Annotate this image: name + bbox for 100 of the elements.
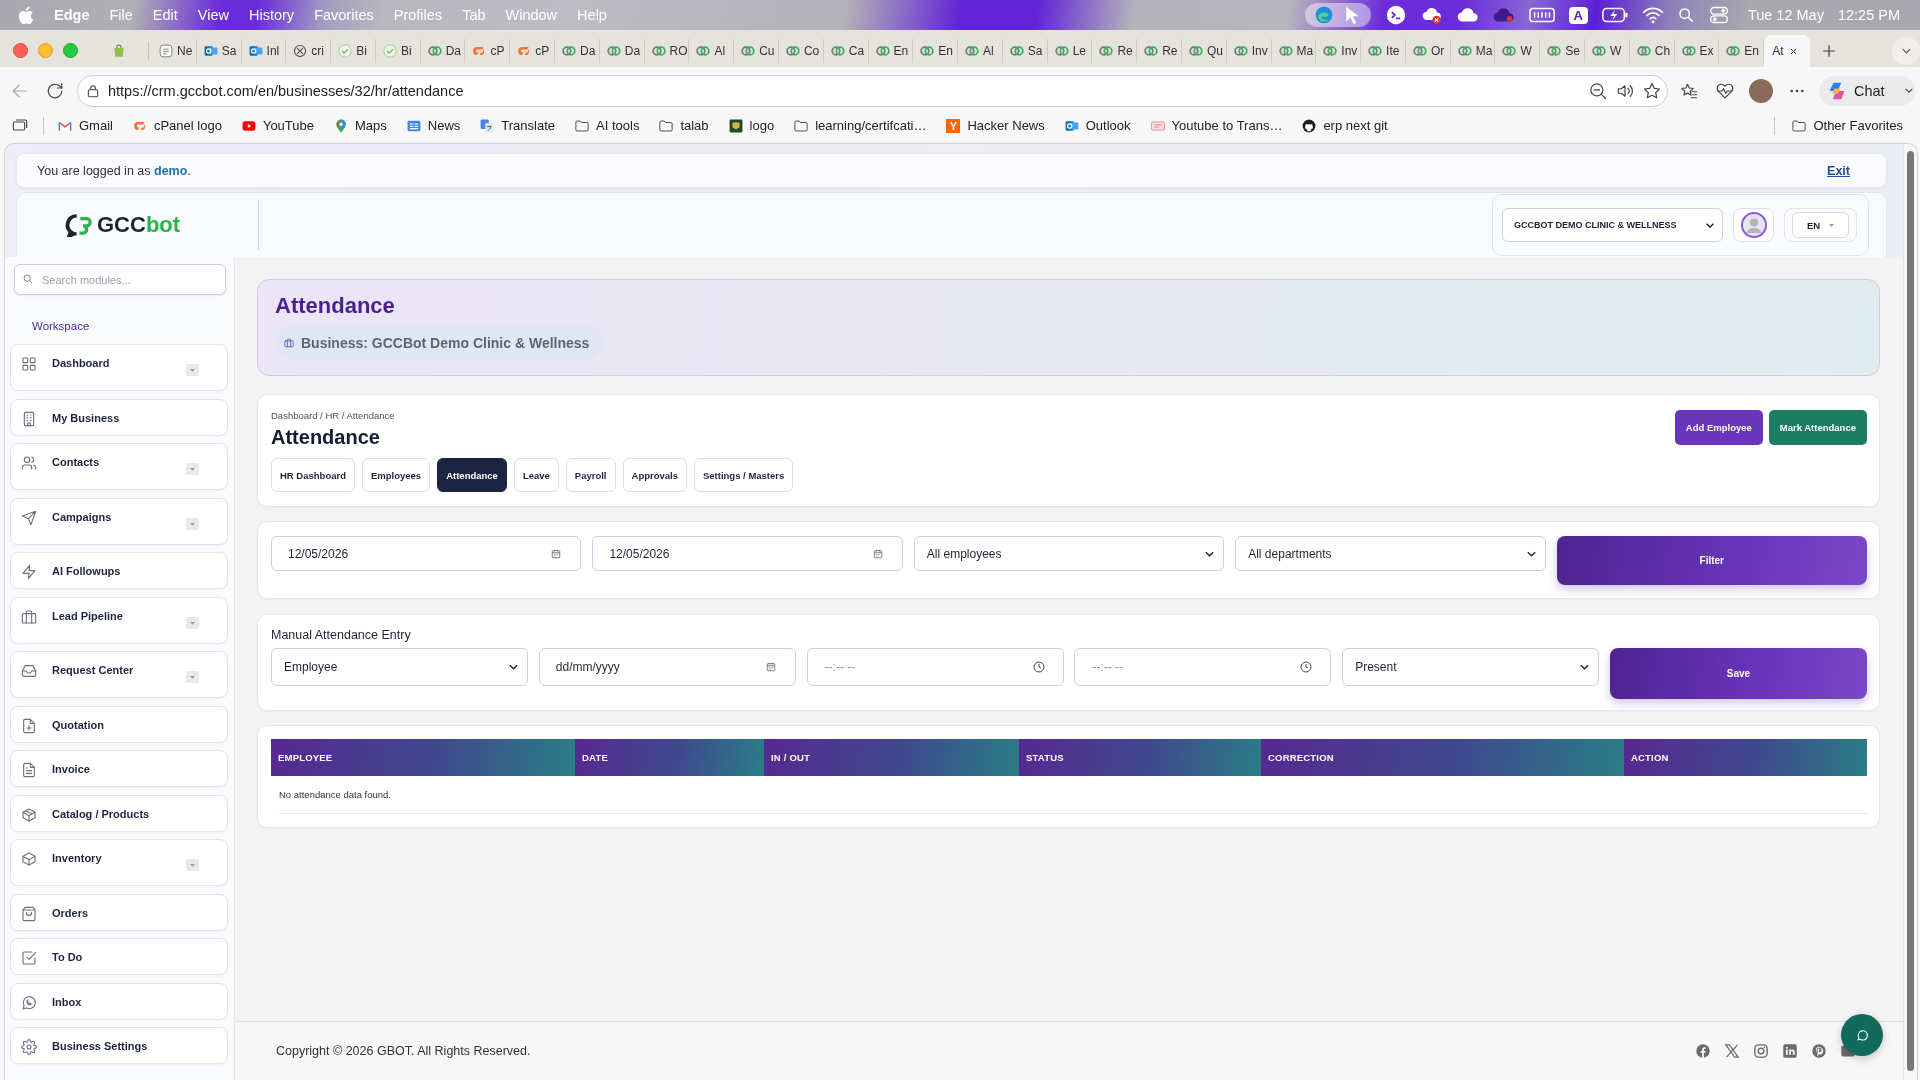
business-dropdown[interactable]: GCCBOT DEMO CLINIC & WELLNESS: [1502, 208, 1723, 242]
close-icon[interactable]: [1789, 46, 1799, 56]
profile-button[interactable]: [1733, 208, 1774, 242]
browser-tab[interactable]: Cu: [734, 39, 779, 63]
bookmark[interactable]: talab: [649, 112, 719, 139]
browser-tab[interactable]: Ite: [1361, 39, 1406, 63]
browser-tab[interactable]: En: [913, 39, 959, 63]
action-button[interactable]: Add Employee: [1674, 410, 1763, 445]
tab[interactable]: Approvals: [622, 458, 687, 492]
search-field[interactable]: Search modules...: [14, 264, 226, 295]
input-source-indicator[interactable]: A: [1568, 6, 1588, 24]
logo-text[interactable]: GCCbot: [97, 212, 181, 238]
bookmark[interactable]: logo: [718, 112, 785, 139]
sidebar-item[interactable]: Inventory: [10, 839, 228, 886]
bookmark[interactable]: cPanel logo: [122, 112, 232, 139]
bookmark[interactable]: Y Hacker News: [936, 112, 1055, 139]
browser-tab[interactable]: W: [1495, 39, 1541, 63]
bookmark[interactable]: News: [396, 112, 471, 139]
address-bar[interactable]: https://crm.gccbot.com/en/businesses/32/hr/attendance: [77, 74, 1668, 107]
exit-link[interactable]: Exit: [1827, 163, 1850, 178]
sidebar-item[interactable]: My Business: [10, 398, 228, 436]
browser-tab[interactable]: cP: [465, 39, 511, 63]
star-icon[interactable]: [1643, 81, 1661, 100]
dropdown[interactable]: Employee: [271, 648, 528, 686]
tab[interactable]: Settings / Masters: [694, 458, 794, 492]
close-window-button[interactable]: [13, 42, 28, 58]
scrollbar-thumb[interactable]: [1907, 151, 1914, 1071]
sidebar-item[interactable]: Orders: [10, 893, 228, 931]
browser-tab[interactable]: Ma: [1450, 39, 1496, 63]
browser-tab[interactable]: Da: [555, 39, 600, 63]
tab[interactable]: Employees: [362, 458, 431, 492]
bookmark[interactable]: Translate: [470, 112, 566, 139]
sidebar-item[interactable]: Campaigns: [10, 497, 228, 545]
tab[interactable]: Attendance: [437, 458, 507, 492]
reload-icon[interactable]: [46, 81, 64, 100]
browser-tab[interactable]: Al: [958, 39, 1003, 63]
date-field[interactable]: 12/05/2026: [592, 536, 903, 571]
bookmark[interactable]: Maps: [324, 112, 397, 139]
chat-button[interactable]: [1841, 1014, 1883, 1056]
time-field[interactable]: --:-- --: [806, 648, 1064, 686]
browser-tab[interactable]: Al: [689, 39, 735, 63]
time-field[interactable]: --:-- --: [1074, 648, 1332, 686]
cards-icon[interactable]: [12, 117, 28, 134]
filter-button[interactable]: Filter: [1556, 536, 1867, 585]
battery-icon[interactable]: [1601, 7, 1628, 23]
bookmark[interactable]: Outlook: [1054, 112, 1141, 139]
bookmark[interactable]: erp next git: [1292, 112, 1398, 139]
language-dropdown[interactable]: EN: [1792, 212, 1849, 238]
action-button[interactable]: Mark Attendance: [1768, 410, 1867, 445]
date-field[interactable]: dd/mm/yyyy: [538, 648, 796, 686]
browser-tab[interactable]: Or: [1405, 39, 1451, 63]
browser-tab[interactable]: En: [868, 39, 914, 63]
wifi-icon[interactable]: [1641, 5, 1664, 25]
browser-tab[interactable]: cri: [286, 39, 332, 63]
sidebar-item[interactable]: Inbox: [10, 982, 228, 1020]
browser-tab[interactable]: Bi: [375, 39, 421, 63]
sidebar-item[interactable]: AI Followups: [10, 552, 228, 589]
x-logo-icon[interactable]: [1725, 1044, 1739, 1058]
browser-tab[interactable]: Sa: [196, 39, 242, 63]
browser-tab[interactable]: Co: [778, 39, 824, 63]
browser-tab[interactable]: Da: [599, 39, 645, 63]
tab[interactable]: HR Dashboard: [271, 458, 355, 492]
browser-tab[interactable]: Sa: [1002, 39, 1048, 63]
url-text[interactable]: https://crm.gccbot.com/en/businesses/32/hr/attendance: [108, 82, 464, 99]
browser-tab[interactable]: W: [1585, 39, 1630, 63]
star-list-icon[interactable]: [1680, 81, 1698, 100]
search-icon[interactable]: [1677, 7, 1694, 23]
bookmark[interactable]: AI tools: [565, 112, 650, 139]
more-icon[interactable]: [1789, 88, 1805, 93]
browser-tab[interactable]: Ca: [823, 39, 869, 63]
status-pill[interactable]: [1304, 3, 1371, 27]
instagram-icon[interactable]: [1754, 1044, 1768, 1058]
menu-item[interactable]: View: [197, 7, 229, 23]
browser-tab[interactable]: cP: [510, 39, 556, 63]
browser-tab[interactable]: Re: [1137, 39, 1182, 63]
browser-tab[interactable]: Da: [420, 39, 466, 63]
menu-item[interactable]: History: [249, 7, 295, 23]
browser-tab[interactable]: Se: [1540, 39, 1585, 63]
toggles-icon[interactable]: [1707, 5, 1730, 25]
heart-pulse-icon[interactable]: [1716, 81, 1734, 100]
tab[interactable]: Leave: [513, 458, 559, 492]
browser-tab[interactable]: At: [1764, 35, 1811, 67]
browser-tab[interactable]: Inv: [1316, 39, 1362, 63]
date-field[interactable]: 12/05/2026: [271, 536, 582, 571]
browser-tab[interactable]: Bi: [331, 39, 376, 63]
terminal-icon[interactable]: [1384, 5, 1407, 25]
sidebar-item[interactable]: Business Settings: [10, 1027, 228, 1064]
sidebar-item[interactable]: Contacts: [10, 443, 228, 490]
browser-tab[interactable]: Le: [1047, 39, 1093, 63]
sidebar-item[interactable]: Dashboard: [10, 344, 228, 391]
tab[interactable]: Payroll: [565, 458, 616, 492]
browser-tab[interactable]: Inv: [1226, 39, 1272, 63]
logo-mark-icon[interactable]: [65, 213, 92, 237]
sidebar-item[interactable]: Catalog / Products: [10, 794, 228, 832]
browser-tab[interactable]: Ch: [1629, 39, 1675, 63]
sidebar-item[interactable]: Quotation: [10, 705, 228, 743]
scrollbar[interactable]: [1903, 144, 1917, 1080]
bookmark[interactable]: Gmail: [48, 112, 123, 139]
sidebar-item[interactable]: Invoice: [10, 750, 228, 787]
sidebar-item[interactable]: To Do: [10, 938, 228, 975]
